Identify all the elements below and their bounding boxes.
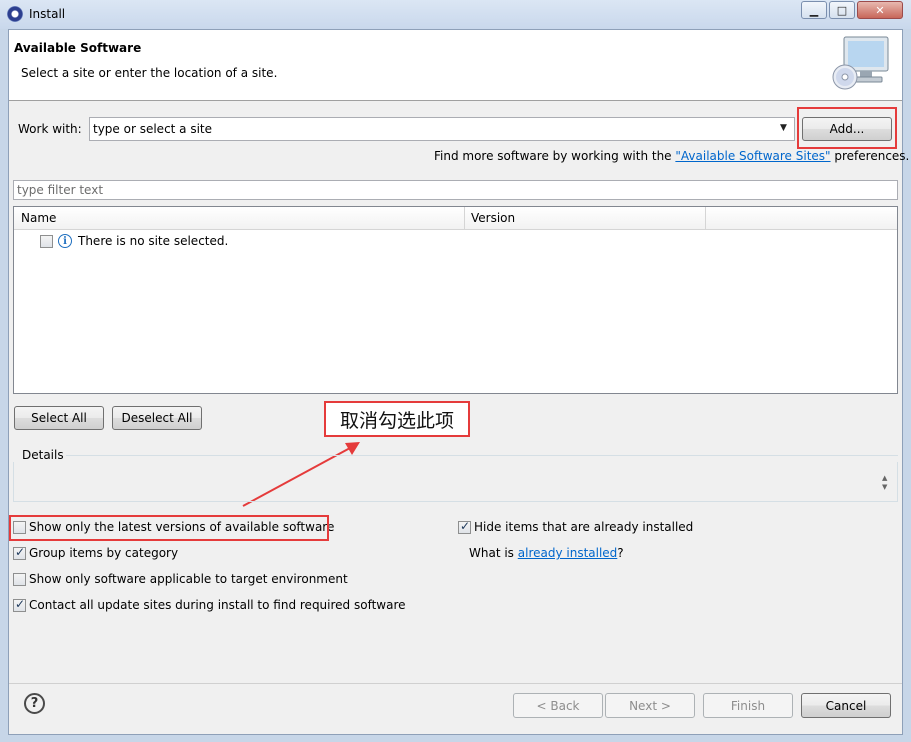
site-combo[interactable]: type or select a site (89, 117, 795, 141)
select-all-button[interactable]: Select All (14, 406, 104, 430)
details-area (13, 462, 898, 502)
dropdown-arrow-icon[interactable]: ▼ (780, 123, 787, 133)
what-is-suffix: ? (617, 546, 624, 560)
find-more-prefix: Find more software by working with the (434, 149, 676, 163)
group-by-category-label: Group items by category (29, 546, 179, 560)
available-software-sites-link[interactable]: "Available Software Sites" (675, 149, 830, 163)
table-header (14, 207, 897, 230)
window-title: Install (29, 7, 66, 21)
close-button[interactable]: ✕ (857, 1, 903, 19)
add-button-highlight (797, 107, 897, 149)
already-installed-link[interactable]: already installed (518, 546, 618, 560)
back-button[interactable]: < Back (513, 693, 603, 718)
annotation-callout: 取消勾选此项 (324, 401, 470, 437)
show-applicable-label: Show only software applicable to target … (29, 572, 348, 586)
monitor-cd-icon (832, 36, 889, 90)
column-separator[interactable] (705, 207, 706, 229)
eclipse-app-icon (7, 6, 23, 22)
what-is-installed-text: What is already installed? (469, 546, 624, 560)
maximize-button[interactable]: □ (829, 1, 855, 19)
row-checkbox[interactable] (40, 235, 53, 248)
scroll-up-icon[interactable]: ▲ (882, 474, 887, 482)
find-more-text: Find more software by working with the "… (434, 149, 909, 163)
minimize-icon: ▁ (809, 3, 819, 17)
column-header-version[interactable]: Version (471, 211, 515, 225)
footer-separator (9, 683, 902, 684)
next-button[interactable]: Next > (605, 693, 695, 718)
scroll-down-icon[interactable]: ▼ (882, 483, 887, 491)
show-applicable-checkbox[interactable] (13, 573, 26, 586)
page-description: Select a site or enter the location of a… (21, 66, 278, 80)
work-with-label: Work with: (18, 122, 82, 136)
minimize-button[interactable]: ▁ (801, 1, 827, 19)
site-combo-value: type or select a site (93, 122, 213, 136)
title-bar (0, 0, 911, 29)
table-row-text: There is no site selected. (78, 234, 229, 248)
page-title: Available Software (14, 41, 142, 55)
hide-installed-checkbox[interactable] (458, 519, 471, 534)
details-label: Details (22, 448, 64, 462)
deselect-all-button[interactable]: Deselect All (112, 406, 202, 430)
hide-installed-label: Hide items that are already installed (474, 520, 694, 534)
close-icon: ✕ (875, 3, 885, 17)
cancel-button[interactable]: Cancel (801, 693, 891, 718)
show-latest-highlight (9, 515, 329, 541)
finish-button[interactable]: Finish (703, 693, 793, 718)
column-separator[interactable] (464, 207, 465, 229)
filter-input[interactable] (13, 180, 898, 200)
help-icon[interactable]: ? (24, 693, 45, 714)
info-icon: i (58, 234, 72, 248)
group-by-category-checkbox[interactable] (13, 545, 26, 560)
column-header-name[interactable]: Name (21, 211, 56, 225)
details-divider (66, 455, 898, 456)
contact-sites-label: Contact all update sites during install … (29, 598, 406, 612)
maximize-icon: □ (836, 3, 848, 17)
contact-sites-checkbox[interactable] (13, 597, 26, 612)
find-more-suffix: preferences. (830, 149, 910, 163)
what-is-prefix: What is (469, 546, 518, 560)
